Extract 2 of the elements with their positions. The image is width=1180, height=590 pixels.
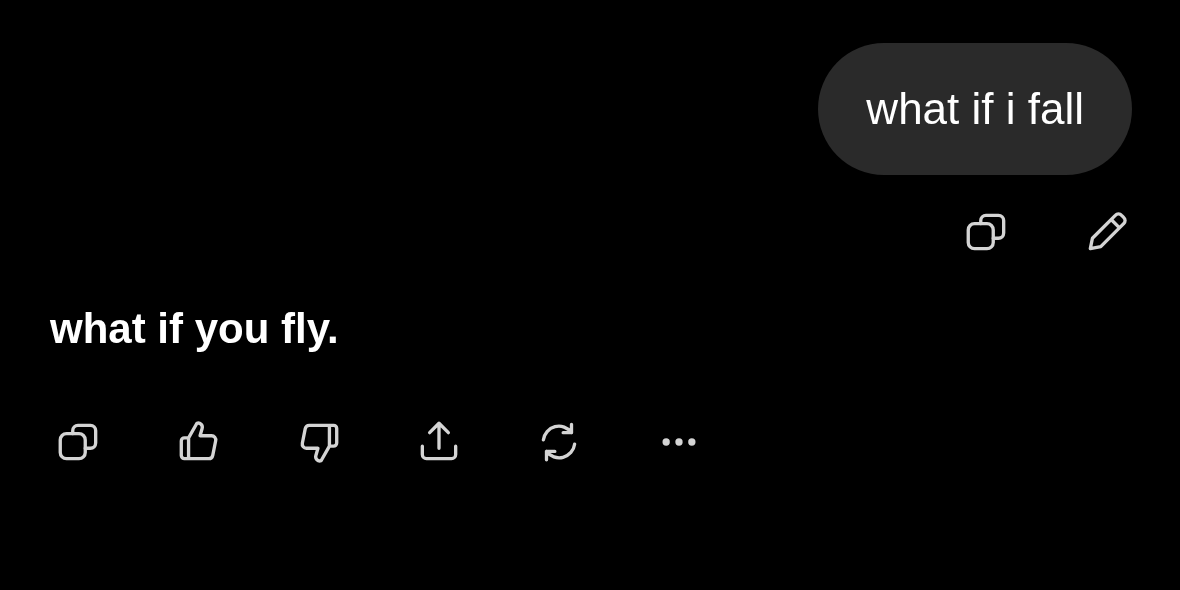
assistant-message: what if you fly. <box>50 305 340 353</box>
user-message: what if i fall <box>818 43 1132 175</box>
